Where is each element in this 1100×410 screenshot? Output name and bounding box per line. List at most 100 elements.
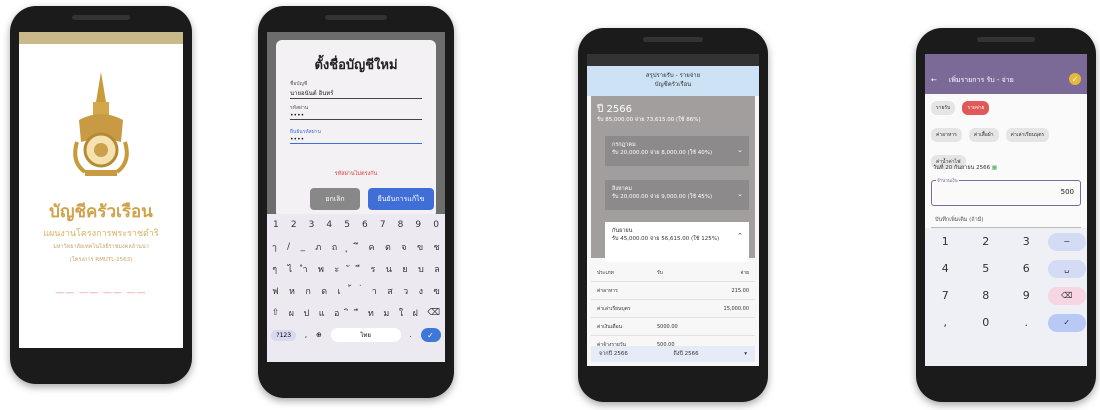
keyboard-key[interactable]: ป [304,306,310,320]
keyboard-key[interactable]: ร [371,262,376,276]
key-6[interactable]: 6 [1007,262,1045,275]
row-type: ค่าอาหาร [597,287,618,294]
from-year[interactable]: จากปี 2566 [599,350,628,358]
amount-field[interactable]: จำนวนเงิน 500 [931,177,1081,206]
keyboard-key[interactable]: เ [337,284,340,298]
keyboard-key[interactable]: ข [417,240,423,254]
keyboard-key[interactable]: ถ [332,240,337,254]
keyboard-key[interactable]: ล [434,262,440,276]
month-card-september[interactable]: กันยายน รับ 45,000.00 จ่าย 56,615.00 (ใช… [605,222,749,262]
keyboard-key[interactable]: 7 [380,220,386,230]
calendar-icon[interactable]: ▦ [992,165,997,171]
chip-tuition[interactable]: ค่าเล่าเรียนบุตร [1005,128,1050,142]
chip-clothing[interactable]: ค่าเสื้อผ้า [968,128,999,142]
key-5[interactable]: 5 [967,262,1005,275]
key-0[interactable]: 0 [967,316,1005,329]
confirm-password-field[interactable]: ยืนยันรหัสผ่าน •••• [290,128,422,144]
keyboard-key[interactable]: แ [319,306,325,320]
keyboard-key[interactable]: ค [369,240,375,254]
key-7[interactable]: 7 [926,289,964,302]
backspace-key[interactable]: ⌫ [1047,286,1086,305]
add-entry-header: ← เพิ่มรายการ รับ - จ่าย ✓ [925,66,1087,94]
keyboard-key[interactable]: 9 [415,220,421,230]
keyboard-key[interactable]: ง [419,284,423,298]
keyboard-key[interactable]: ไ [288,262,293,276]
keyboard-key[interactable]: ท [368,306,374,320]
keyboard-key[interactable]: ๆ [272,262,277,276]
globe-icon[interactable]: ⊕ [316,331,322,339]
keyboard-key[interactable]: ผ [289,306,294,320]
summary-screen: สรุปรายรับ - รายจ่าย บัญชีครัวเรือน ปี 2… [587,54,759,366]
keyboard-key[interactable]: ⇧ [272,308,280,318]
keyboard-key[interactable]: ห [289,284,295,298]
month-card-august[interactable]: สิงหาคม รับ 20,000.00 จ่าย 9,000.00 (ใช้… [605,180,749,210]
key-9[interactable]: 9 [1007,289,1045,302]
keyboard-key[interactable]: ฃ [433,284,439,298]
period-key[interactable]: . [1007,316,1045,329]
keyboard-key[interactable]: บ [418,262,424,276]
keyboard-key[interactable]: ช [434,240,440,254]
key-3[interactable]: 3 [1007,235,1045,248]
keyboard-key[interactable]: 4 [326,220,332,230]
keyboard-key[interactable]: 1 [273,220,279,230]
keyboard-key[interactable]: ฟ [272,284,278,298]
chip-food[interactable]: ค่าอาหาร [931,128,962,142]
key-8[interactable]: 8 [967,289,1005,302]
keyboard-key[interactable]: ภ [315,240,321,254]
keyboard-key[interactable]: 8 [398,220,404,230]
university-seal-icon [73,72,129,176]
comma-key[interactable]: , [305,331,307,339]
comma-key[interactable]: , [926,316,964,329]
cancel-button[interactable]: ยกเลิก [310,188,360,210]
keyboard-key[interactable]: ฝ [413,306,418,320]
keyboard-key[interactable]: ต [385,240,391,254]
space-key[interactable]: ␣ [1047,259,1086,278]
password-field[interactable]: รหัสผ่าน •••• [290,104,422,120]
keyboard-key[interactable]: พ [318,262,324,276]
keyboard-key[interactable]: ส [387,284,393,298]
month-card-july[interactable]: กรกฎาคม รับ 20,000.00 จ่าย 8,000.00 (ใช้… [605,136,749,166]
keyboard-key[interactable]: / [287,242,290,252]
keyboard-key[interactable]: า [372,284,377,298]
keyboard-key[interactable]: 0 [433,220,439,230]
keyboard-key[interactable]: 3 [309,220,315,230]
enter-key[interactable]: ✓ [420,328,441,342]
keyboard-key[interactable]: ย [402,262,407,276]
keyboard-key[interactable]: ⌫ [427,308,440,318]
keyboard-key[interactable]: _ [301,242,306,252]
chip-expense[interactable]: รายจ่าย [962,101,990,115]
date-selector[interactable]: วันที่ 20 กันยายน 2566 ▦ [933,164,997,172]
done-key[interactable]: ✓ [1047,313,1086,332]
confirm-button[interactable]: ยืนยันการแก้ไข [368,188,434,210]
keyboard-key[interactable]: 5 [344,220,350,230]
keyboard-key[interactable]: จ [401,240,406,254]
keyboard-key[interactable]: ำ [302,262,307,276]
keyboard-key[interactable]: ก [305,284,310,298]
keyboard-key[interactable]: ว [403,284,408,298]
phone-add-entry: ← เพิ่มรายการ รับ - จ่าย ✓ รายรับ รายจ่า… [916,28,1096,402]
keyboard-key[interactable]: น [386,262,392,276]
chip-income[interactable]: รายรับ [931,101,956,115]
keyboard-key[interactable]: ๅ [272,240,276,254]
keyboard-key[interactable]: อ [334,306,339,320]
keyboard-key[interactable]: 6 [362,220,368,230]
keyboard-key[interactable]: 2 [291,220,297,230]
key-1[interactable]: 1 [926,235,964,248]
minus-key[interactable]: − [1047,232,1086,251]
back-arrow-icon[interactable]: ← [931,76,937,84]
to-year[interactable]: ถึงปี 2566 [673,350,698,358]
account-name-field[interactable]: ชื่อบัญชี นายอนันต์ อินทร์ [290,80,422,99]
key-4[interactable]: 4 [926,262,964,275]
symbols-key[interactable]: ?123 [271,329,297,341]
keyboard-key[interactable]: ใ [399,306,403,320]
note-field[interactable]: บันทึกเพิ่มเติม (ถ้ามี) [931,210,1081,228]
space-key[interactable]: ไทย [330,328,401,342]
year-range-selector[interactable]: จากปี 2566 ถึงปี 2566 ▾ [591,346,755,362]
keyboard-key[interactable]: ะ [334,262,339,276]
save-check-icon[interactable]: ✓ [1069,73,1081,85]
period-key[interactable]: . [409,331,411,339]
keyboard-key[interactable]: ด [321,284,327,298]
month-summary: รับ 45,000.00 จ่าย 56,615.00 (ใช้ 125%) [612,236,720,242]
key-2[interactable]: 2 [967,235,1005,248]
keyboard-key[interactable]: ม [383,306,389,320]
